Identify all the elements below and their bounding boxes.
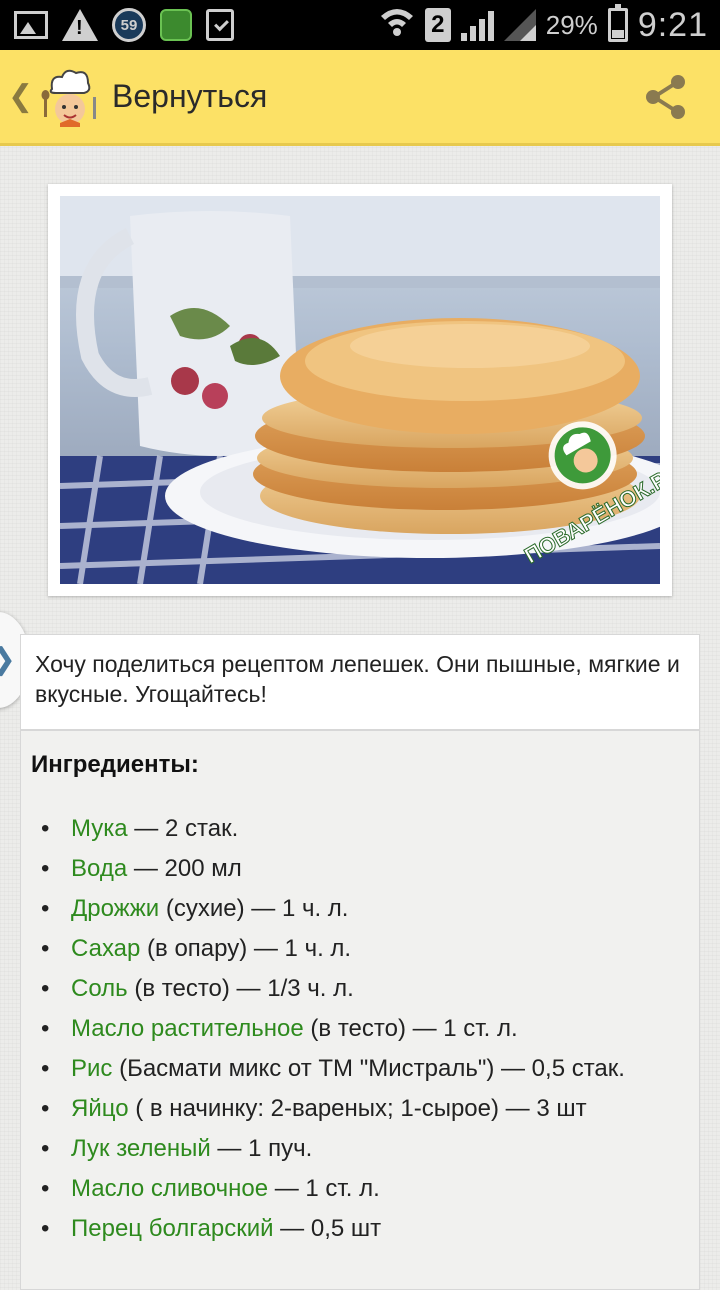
ingredient-link[interactable]: Соль (71, 975, 128, 1002)
image-icon (14, 11, 48, 39)
ingredient-detail: ( в начинку: 2-вареных; 1-сырое) — 3 шт (128, 1095, 587, 1122)
wifi-icon (379, 5, 415, 45)
ingredient-item: • Дрожжи (сухие) — 1 ч. л. (41, 895, 349, 922)
ingredient-detail: (Басмати микс от ТМ "Мистраль") — 0,5 ст… (112, 1055, 625, 1082)
signal-icon (460, 9, 494, 41)
signal-icon-2 (503, 9, 536, 41)
ingredients-section: Ингредиенты: • Мука — 2 стак. • Вода — 200… (20, 730, 700, 1290)
sim-icon: 2 (424, 8, 451, 42)
app-bar: ❮ Вернуться (0, 50, 720, 146)
clipboard-icon (206, 9, 234, 41)
recipe-intro: Хочу поделиться рецептом лепешек. Они пы… (20, 634, 700, 730)
ingredient-detail: — 2 стак. (127, 815, 239, 842)
ingredient-link[interactable]: Перец болгарский (71, 1215, 274, 1242)
ingredients-title: Ингредиенты: (31, 751, 199, 778)
ingredient-link[interactable]: Лук зеленый (71, 1135, 211, 1162)
warning-icon: ! (62, 9, 98, 41)
ingredient-link[interactable]: Дрожжи (71, 895, 159, 922)
back-title[interactable]: Вернуться (112, 78, 267, 115)
recipe-photo[interactable]: ПОВАРЁНОК.РУ (60, 196, 660, 584)
notification-badge: 59 (112, 8, 146, 42)
ingredient-item: • Масло растительное (в тесто) — 1 ст. л. (41, 1015, 518, 1042)
ingredient-link[interactable]: Мука (71, 815, 128, 842)
chevron-left-icon[interactable]: ❮ (8, 79, 33, 114)
ingredient-item: • Рис (Басмати микс от ТМ "Мистраль") — 0… (41, 1055, 625, 1082)
ingredient-detail: — 200 мл (127, 855, 242, 882)
ingredient-detail: (в тесто) — 1 ст. л. (303, 1015, 518, 1042)
chef-logo-icon[interactable] (38, 65, 102, 129)
ingredient-item: • Яйцо ( в начинку: 2-вареных; 1-сырое) —… (41, 1095, 587, 1122)
ingredient-item: • Перец болгарский — 0,5 шт (41, 1215, 382, 1242)
ingredients-list: • Мука — 2 стак. • Вода — 200 мл • Дрожжи (… (31, 809, 689, 1249)
status-bar: ! 59 2 29% 9:21 (0, 0, 720, 50)
chevron-right-icon: ❯ (0, 642, 16, 677)
ingredient-item: • Масло сливочное — 1 ст. л. (41, 1175, 380, 1202)
battery-icon (607, 4, 628, 42)
ingredient-item: • Сахар (в опару) — 1 ч. л. (41, 935, 352, 962)
ingredient-detail: — 0,5 шт (273, 1215, 382, 1242)
ingredient-link[interactable]: Вода (71, 855, 127, 882)
share-icon[interactable] (642, 73, 690, 121)
ingredient-link[interactable]: Рис (71, 1055, 112, 1082)
clock: 9:21 (637, 5, 708, 44)
ingredient-item: • Лук зеленый — 1 пуч. (41, 1135, 313, 1162)
recipe-photo-card[interactable]: ПОВАРЁНОК.РУ (48, 184, 672, 596)
ingredient-item: • Вода — 200 мл (41, 855, 242, 882)
ingredient-detail: — 1 пуч. (210, 1135, 313, 1162)
app-icon (160, 9, 192, 41)
ingredient-detail: (в опару) — 1 ч. л. (140, 935, 352, 962)
battery-percent: 29% (545, 9, 598, 40)
ingredient-link[interactable]: Сахар (71, 935, 140, 962)
ingredient-link[interactable]: Яйцо (71, 1095, 129, 1122)
ingredient-detail: (в тесто) — 1/3 ч. л. (127, 975, 354, 1002)
ingredient-item: • Соль (в тесто) — 1/3 ч. л. (41, 975, 354, 1002)
ingredient-link[interactable]: Масло сливочное (71, 1175, 268, 1202)
ingredient-link[interactable]: Масло растительное (71, 1015, 304, 1042)
ingredient-detail: — 1 ст. л. (268, 1175, 380, 1202)
ingredient-item: • Мука — 2 стак. (41, 815, 239, 842)
ingredient-detail: (сухие) — 1 ч. л. (159, 895, 349, 922)
